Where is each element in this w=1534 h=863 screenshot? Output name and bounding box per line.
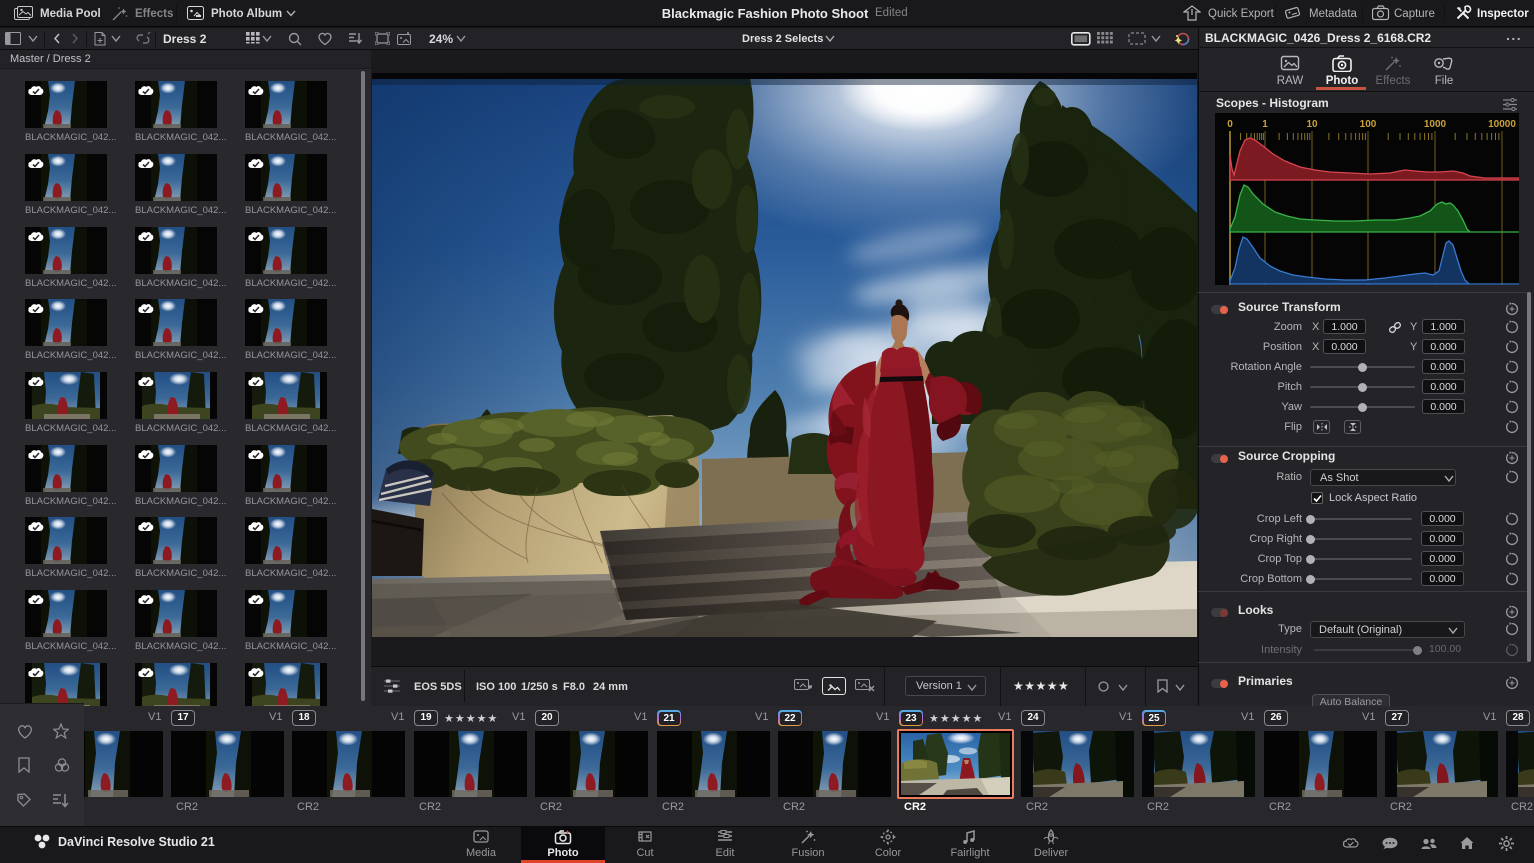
svg-text:100: 100 bbox=[1360, 119, 1377, 130]
svg-text:0: 0 bbox=[1227, 119, 1233, 130]
svg-text:10000: 10000 bbox=[1488, 119, 1516, 130]
svg-text:1000: 1000 bbox=[1424, 119, 1447, 130]
svg-text:10: 10 bbox=[1306, 119, 1318, 130]
svg-text:1: 1 bbox=[1262, 119, 1268, 130]
